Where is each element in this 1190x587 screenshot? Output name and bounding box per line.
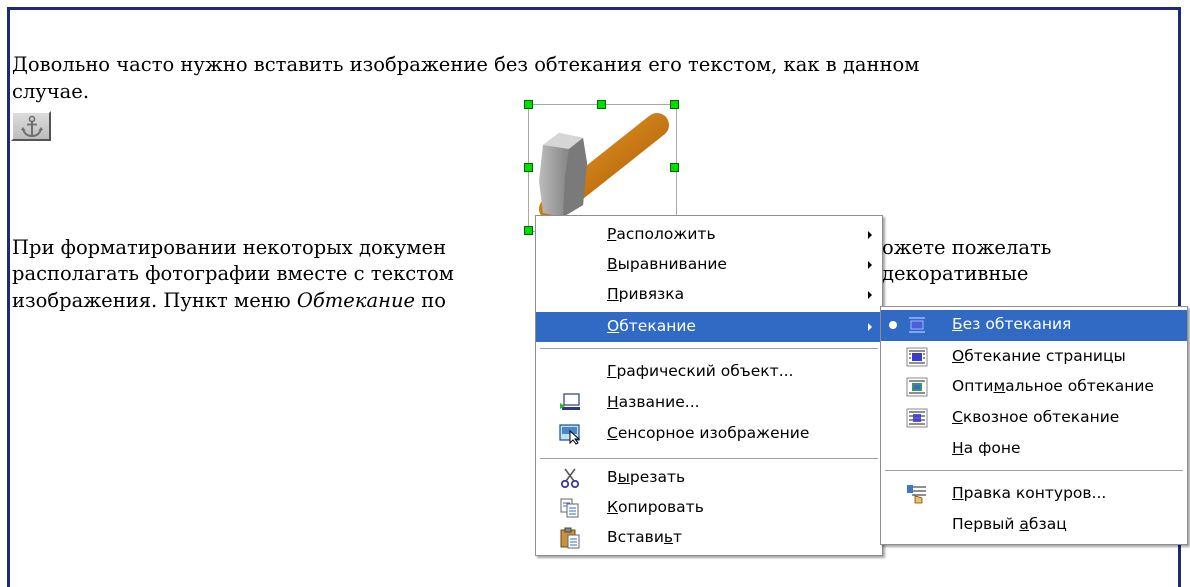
mnemonic: О — [607, 317, 620, 335]
menu-item-label: Обтекание — [607, 317, 696, 335]
mnemonic: П — [607, 285, 619, 303]
mnemonic: м — [993, 377, 1006, 395]
mnemonic: О — [952, 347, 965, 365]
scissors-icon — [560, 468, 580, 489]
paragraph-1-line-2: случае. — [12, 80, 90, 103]
menu-item-paste[interactable]: Вставиьт — [536, 523, 882, 553]
mnemonic: В — [607, 255, 618, 273]
wrap-menu-reference: Обтекание — [296, 289, 416, 312]
resize-handle-top-right[interactable] — [670, 100, 679, 109]
submenu-arrow-icon — [868, 291, 872, 299]
menu-item-wrap[interactable]: Обтекание — [536, 312, 882, 342]
menu-item-label: Вставиьт — [607, 528, 683, 546]
wrap-through-icon — [906, 408, 928, 428]
resize-handle-right[interactable] — [670, 163, 679, 172]
mnemonic: С — [952, 408, 963, 426]
menu-item-copy[interactable]: Копировать — [536, 493, 882, 523]
paragraph-2-line-3-text: изображения. Пункт меню — [12, 289, 297, 312]
menu-item-graphic-object[interactable]: Графический объект... — [536, 357, 882, 387]
mnemonic: С — [607, 424, 618, 442]
resize-handle-top-left[interactable] — [524, 100, 533, 109]
paragraph-2-line-1-right: ожете пожелать — [882, 236, 1052, 259]
mnemonic: Н — [952, 439, 964, 457]
submenu-item-optimal-wrap[interactable]: Оптимальное обтекание — [881, 372, 1187, 402]
mnemonic: Г — [607, 362, 617, 380]
submenu-arrow-icon — [868, 323, 872, 331]
wrap-optimal-icon — [906, 377, 928, 397]
submenu-arrow-icon — [868, 261, 872, 269]
context-menu: Расположить Выравнивание Привязка Обтека… — [535, 215, 883, 556]
menu-separator — [540, 348, 878, 350]
menu-item-label: Выравнивание — [607, 255, 727, 273]
mnemonic: ы — [617, 468, 630, 486]
copy-icon — [560, 498, 579, 518]
resize-handle-left[interactable] — [524, 163, 533, 172]
edit-contour-icon — [907, 485, 926, 504]
submenu-item-label: Оптимальное обтекание — [952, 377, 1154, 395]
selected-image-frame[interactable] — [528, 104, 677, 232]
submenu-item-edit-contour[interactable]: Правка контуров... — [881, 479, 1187, 509]
mnemonic: К — [607, 498, 619, 516]
menu-item-label: Привязка — [607, 285, 685, 303]
mnemonic: П — [952, 484, 964, 502]
submenu-item-no-wrap[interactable]: Без обтекания — [881, 310, 1187, 341]
caption-icon — [560, 393, 580, 410]
submenu-item-through-wrap[interactable]: Сквозное обтекание — [881, 403, 1187, 433]
resize-handle-top[interactable] — [597, 100, 606, 109]
menu-item-label: Графический объект... — [607, 362, 794, 380]
submenu-item-in-background[interactable]: На фоне — [881, 434, 1187, 464]
submenu-item-label: Первый абзац — [952, 515, 1067, 533]
submenu-item-label: Правка контуров... — [952, 484, 1107, 502]
submenu-item-first-paragraph[interactable]: Первый абзац — [881, 510, 1187, 540]
submenu-item-label: Сквозное обтекание — [952, 408, 1120, 426]
wrap-page-icon — [906, 347, 928, 367]
image-map-icon — [559, 424, 581, 445]
mnemonic: а — [1019, 515, 1029, 533]
wrap-submenu: Без обтекания Обтекание страницы Оптимал… — [880, 306, 1188, 545]
menu-item-alignment[interactable]: Выравнивание — [536, 250, 882, 280]
paste-icon — [560, 527, 580, 549]
submenu-item-page-wrap[interactable]: Обтекание страницы — [881, 342, 1187, 372]
submenu-arrow-icon — [868, 231, 872, 239]
paragraph-1-line-1: Довольно часто нужно вставить изображени… — [12, 53, 920, 76]
paragraph-2-line-3-end: по — [415, 289, 446, 312]
menu-separator — [540, 458, 878, 460]
menu-item-arrange[interactable]: Расположить — [536, 220, 882, 250]
mnemonic: Б — [952, 315, 963, 333]
menu-item-label: Копировать — [607, 498, 704, 516]
mnemonic: ь — [663, 528, 674, 546]
menu-separator — [885, 470, 1183, 472]
menu-item-label: Вырезать — [607, 468, 686, 486]
wrap-off-icon — [909, 317, 925, 333]
mnemonic: Р — [607, 225, 617, 243]
anchor-icon[interactable] — [11, 111, 51, 141]
paragraph-2-line-2-left: располагать фотографии вместе с текстом — [12, 262, 454, 285]
submenu-item-label: Без обтекания — [952, 315, 1072, 333]
paragraph-2-line-2-right: декоративные — [882, 262, 1029, 285]
menu-item-label: Расположить — [607, 225, 716, 243]
hammer-image — [539, 113, 669, 221]
paragraph-2-line-1-left: При форматировании некоторых докумен — [12, 236, 447, 259]
submenu-item-label: Обтекание страницы — [952, 347, 1126, 365]
menu-item-label: Сенсорное изображение — [607, 424, 810, 442]
menu-item-anchor[interactable]: Привязка — [536, 280, 882, 310]
menu-item-label: Название... — [607, 393, 700, 411]
resize-handle-bottom-left[interactable] — [524, 226, 533, 235]
submenu-item-label: На фоне — [952, 439, 1021, 457]
checked-bullet-icon — [889, 321, 897, 329]
paragraph-2-line-3: изображения. Пункт меню Обтекание по — [12, 289, 446, 313]
menu-item-caption[interactable]: Название... — [536, 388, 882, 418]
menu-item-image-map[interactable]: Сенсорное изображение — [536, 419, 882, 449]
mnemonic: Н — [607, 393, 619, 411]
menu-item-cut[interactable]: Вырезать — [536, 463, 882, 493]
